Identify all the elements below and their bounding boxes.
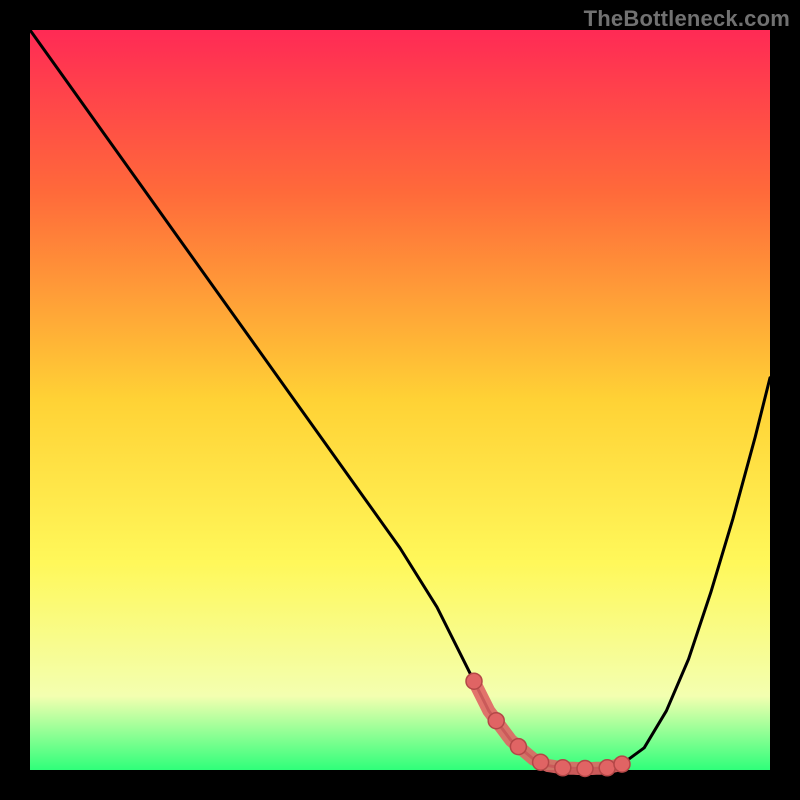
marker-dot — [599, 760, 615, 776]
marker-dot — [533, 754, 549, 770]
chart-frame: { "watermark": "TheBottleneck.com", "col… — [0, 0, 800, 800]
plot-background — [30, 30, 770, 770]
marker-dot — [614, 756, 630, 772]
watermark-text: TheBottleneck.com — [584, 6, 790, 32]
marker-dot — [488, 713, 504, 729]
bottleneck-chart — [0, 0, 800, 800]
marker-dot — [510, 739, 526, 755]
marker-dot — [555, 760, 571, 776]
marker-dot — [577, 761, 593, 777]
marker-dot — [466, 673, 482, 689]
